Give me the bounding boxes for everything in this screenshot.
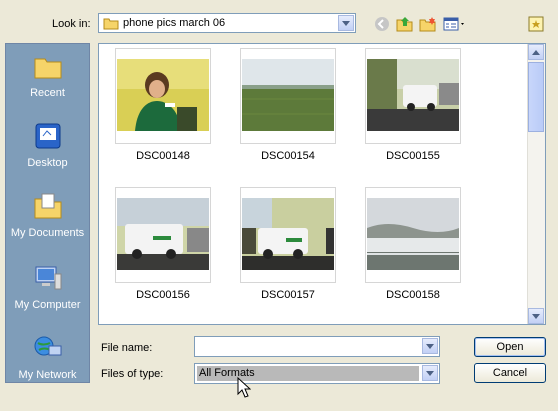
place-my-computer[interactable]: My Computer <box>6 264 89 311</box>
file-thumbnail[interactable] <box>365 48 461 144</box>
recent-folder-icon <box>6 54 89 83</box>
chevron-down-icon[interactable] <box>422 338 438 354</box>
file-name-label: DSC00154 <box>261 150 315 162</box>
photo-thumbnail-image <box>117 198 209 270</box>
new-folder-icon[interactable] <box>419 15 437 33</box>
my-computer-icon <box>6 264 89 295</box>
place-my-network[interactable]: My Network <box>6 334 89 381</box>
up-folder-icon[interactable] <box>396 15 414 33</box>
open-button[interactable]: Open <box>474 337 546 357</box>
file-thumbnail[interactable] <box>240 187 336 283</box>
place-label: Recent <box>30 87 65 99</box>
photo-thumbnail-image <box>367 198 459 270</box>
place-label: My Documents <box>10 227 85 239</box>
chevron-down-icon[interactable] <box>338 15 354 31</box>
place-recent[interactable]: Recent <box>6 54 89 99</box>
chevron-down-icon[interactable] <box>422 365 438 381</box>
tools-icon[interactable] <box>527 15 545 33</box>
back-icon[interactable] <box>373 15 391 33</box>
file-name-label: DSC00157 <box>261 289 315 301</box>
file-thumbnail[interactable] <box>240 48 336 144</box>
file-name-label: DSC00155 <box>386 150 440 162</box>
vertical-scrollbar[interactable] <box>527 44 545 324</box>
file-name-label-text: File name: <box>101 342 153 354</box>
place-my-documents[interactable]: My Documents <box>6 192 89 239</box>
place-label: My Network <box>18 369 77 381</box>
file-thumbnail[interactable] <box>115 48 211 144</box>
photo-thumbnail-image <box>242 198 334 270</box>
place-label: Desktop <box>27 157 68 169</box>
scroll-down-button[interactable] <box>528 308 544 324</box>
file-list-pane[interactable]: DSC00148 DSC00154 DSC00155 DSC00156 DSC0… <box>98 43 546 325</box>
scroll-thumb[interactable] <box>528 62 544 132</box>
my-documents-icon <box>6 192 89 223</box>
desktop-icon <box>6 122 89 153</box>
folder-icon <box>103 17 119 33</box>
view-menu-icon[interactable] <box>443 15 467 33</box>
my-network-icon <box>6 334 89 365</box>
files-of-type-dropdown[interactable]: All Formats <box>194 363 440 384</box>
cancel-button[interactable]: Cancel <box>474 363 546 383</box>
file-name-label: DSC00148 <box>136 150 190 162</box>
place-label: My Computer <box>14 299 81 311</box>
file-name-combobox[interactable] <box>194 336 440 357</box>
look-in-label: Look in: <box>52 18 91 30</box>
photo-thumbnail-image <box>367 59 459 131</box>
mouse-cursor-icon <box>237 376 252 402</box>
file-name-label: DSC00156 <box>136 289 190 301</box>
file-thumbnail[interactable] <box>115 187 211 283</box>
place-desktop[interactable]: Desktop <box>6 122 89 169</box>
file-thumbnail[interactable] <box>365 187 461 283</box>
places-bar: Recent Desktop My Documents My Computer … <box>5 43 90 383</box>
file-name-label: DSC00158 <box>386 289 440 301</box>
files-of-type-value: All Formats <box>197 366 419 381</box>
scroll-up-button[interactable] <box>528 44 544 60</box>
photo-thumbnail-image <box>117 59 209 131</box>
look-in-dropdown[interactable]: phone pics march 06 <box>98 13 356 33</box>
photo-thumbnail-image <box>242 59 334 131</box>
files-of-type-label: Files of type: <box>101 368 164 380</box>
look-in-value: phone pics march 06 <box>123 17 226 29</box>
